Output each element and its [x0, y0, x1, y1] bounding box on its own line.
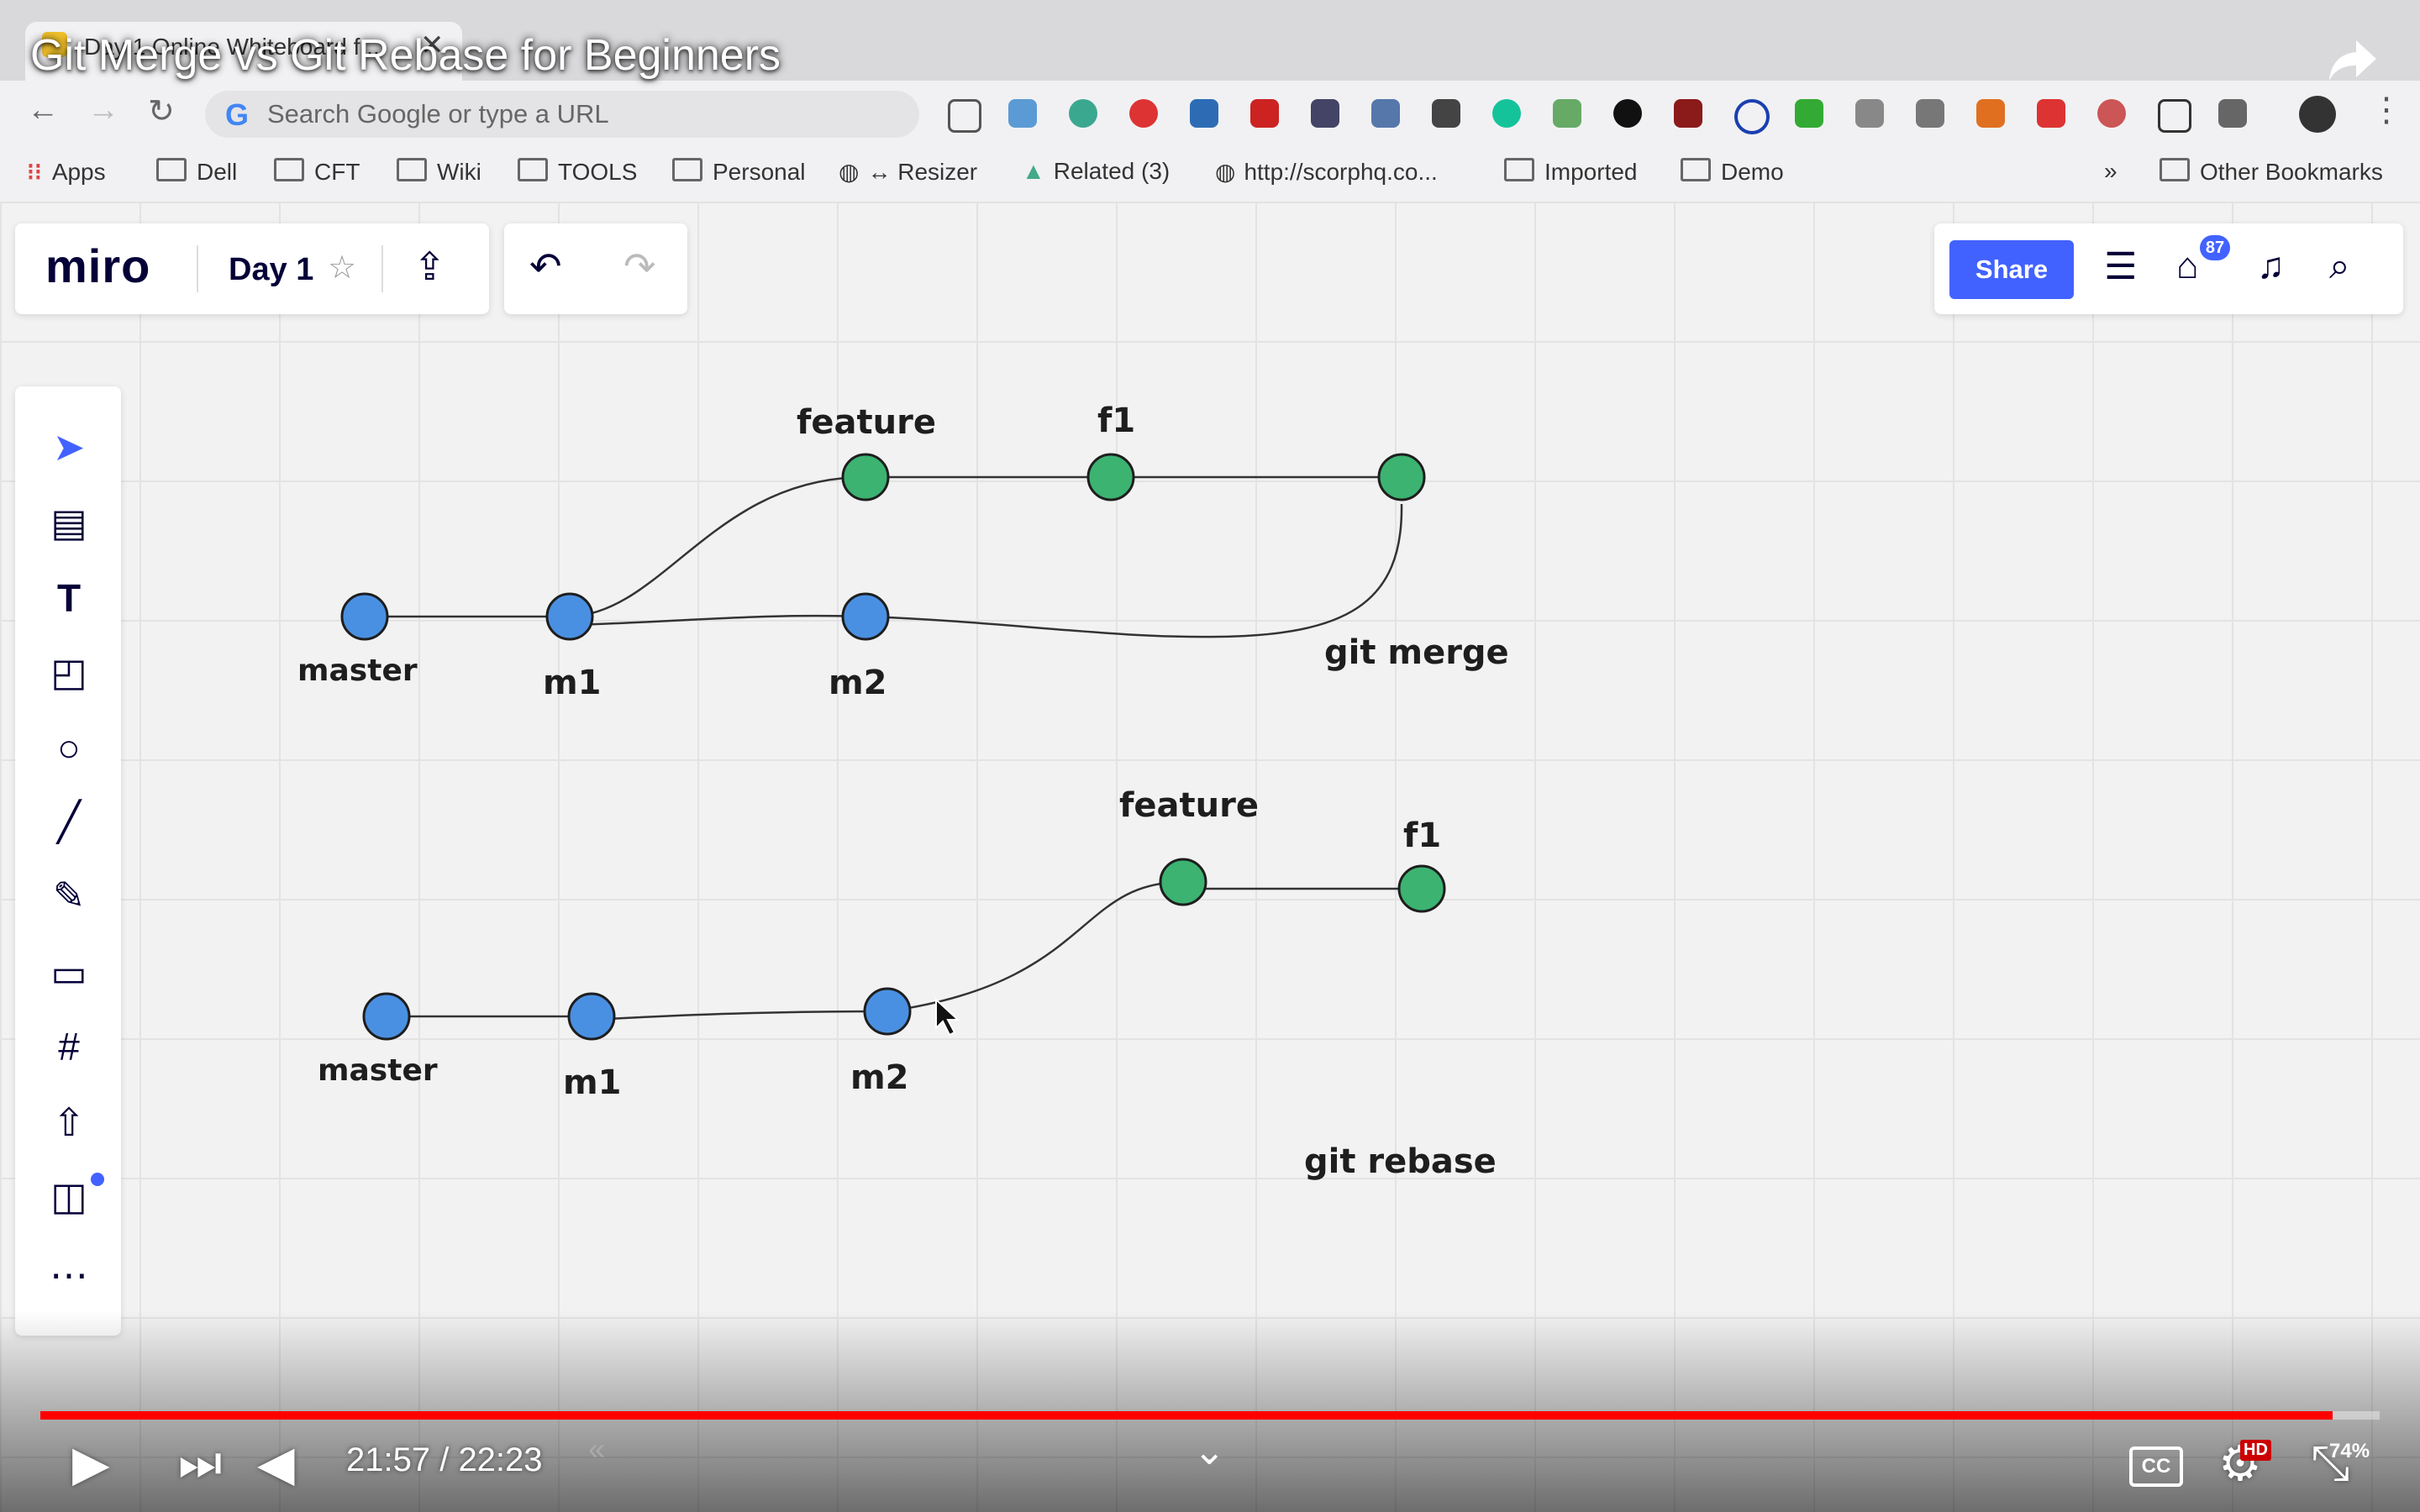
- miro-logo[interactable]: miro: [45, 239, 150, 293]
- commit-merge[interactable]: [1377, 453, 1426, 501]
- learning-hat-icon[interactable]: ⌂: [2176, 245, 2199, 287]
- divider: [197, 245, 198, 292]
- redo-icon[interactable]: ↷: [623, 244, 656, 289]
- label-m1: m1: [563, 1063, 622, 1102]
- collapse-toolbar-icon[interactable]: «: [588, 1431, 605, 1467]
- commit-m1[interactable]: [567, 992, 616, 1041]
- upload-tool-icon[interactable]: ⇧: [45, 1099, 92, 1146]
- bell-icon[interactable]: ♫: [2257, 245, 2285, 287]
- branch-link: [886, 880, 1184, 1013]
- label-master: master: [297, 654, 418, 688]
- shape-tool-icon[interactable]: ○: [45, 724, 92, 771]
- divider: [381, 245, 383, 292]
- commit-m2[interactable]: [863, 987, 912, 1036]
- label-m2: m2: [829, 664, 887, 702]
- commit-f1[interactable]: [1397, 864, 1446, 913]
- time-display: 21:57 / 22:23: [346, 1441, 543, 1478]
- volume-icon[interactable]: ◀: [257, 1435, 295, 1492]
- next-video-icon[interactable]: ⏭: [178, 1435, 222, 1492]
- star-icon[interactable]: ☆: [328, 249, 356, 286]
- commit-feature[interactable]: [1159, 858, 1207, 906]
- closed-captions-button[interactable]: CC: [2129, 1446, 2183, 1487]
- share-button[interactable]: Share: [1949, 240, 2074, 299]
- new-indicator-dot: [91, 1173, 104, 1186]
- label-feature: feature: [797, 403, 936, 442]
- progress-bar-played: [40, 1411, 2333, 1420]
- pen-tool-icon[interactable]: ✎: [45, 872, 92, 919]
- text-tool-icon[interactable]: T: [45, 575, 92, 622]
- label-git-merge: git merge: [1324, 633, 1509, 672]
- video-title[interactable]: Git Merge vs Git Rebase for Beginners: [30, 30, 781, 81]
- commit-m2[interactable]: [841, 592, 890, 641]
- commit-master[interactable]: [362, 992, 411, 1041]
- zoom-level: 74%: [2329, 1440, 2370, 1462]
- search-icon[interactable]: ⌕: [2329, 245, 2350, 287]
- chevron-down-icon[interactable]: ⌄: [1193, 1428, 1226, 1473]
- play-icon[interactable]: ▶: [72, 1435, 110, 1492]
- label-feature: feature: [1119, 786, 1259, 825]
- hd-badge: HD: [2240, 1440, 2271, 1461]
- branch-link: [569, 475, 866, 618]
- select-tool-icon[interactable]: ➤: [45, 423, 92, 470]
- mouse-cursor-icon: [935, 997, 960, 1037]
- kanban-tool-icon[interactable]: ◫: [45, 1173, 92, 1220]
- more-tools-icon[interactable]: ⋯: [45, 1252, 92, 1299]
- comment-tool-icon[interactable]: ▭: [45, 949, 92, 996]
- commit-f1[interactable]: [1086, 453, 1135, 501]
- label-f1: f1: [1403, 816, 1441, 855]
- export-icon[interactable]: ⇪: [413, 244, 446, 289]
- line-tool-icon[interactable]: ╱: [45, 798, 92, 845]
- board-name[interactable]: Day 1: [229, 252, 313, 288]
- label-f1: f1: [1097, 402, 1135, 440]
- share-video-icon[interactable]: [2328, 34, 2378, 84]
- label-master: master: [318, 1053, 438, 1088]
- commit-feature[interactable]: [841, 453, 890, 501]
- frame-tool-icon[interactable]: #: [45, 1023, 92, 1070]
- templates-tool-icon[interactable]: ▤: [45, 499, 92, 546]
- label-git-rebase: git rebase: [1304, 1142, 1497, 1181]
- commit-link: [591, 1010, 888, 1021]
- label-m1: m1: [543, 664, 602, 702]
- notification-count-badge: 87: [2200, 235, 2230, 260]
- commit-master[interactable]: [340, 592, 389, 641]
- label-m2: m2: [850, 1058, 909, 1097]
- settings-sliders-icon[interactable]: ☰: [2104, 245, 2137, 288]
- undo-icon[interactable]: ↶: [529, 244, 562, 289]
- sticky-note-tool-icon[interactable]: ◰: [45, 648, 92, 696]
- merge-link: [569, 503, 1403, 638]
- commit-m1[interactable]: [545, 592, 594, 641]
